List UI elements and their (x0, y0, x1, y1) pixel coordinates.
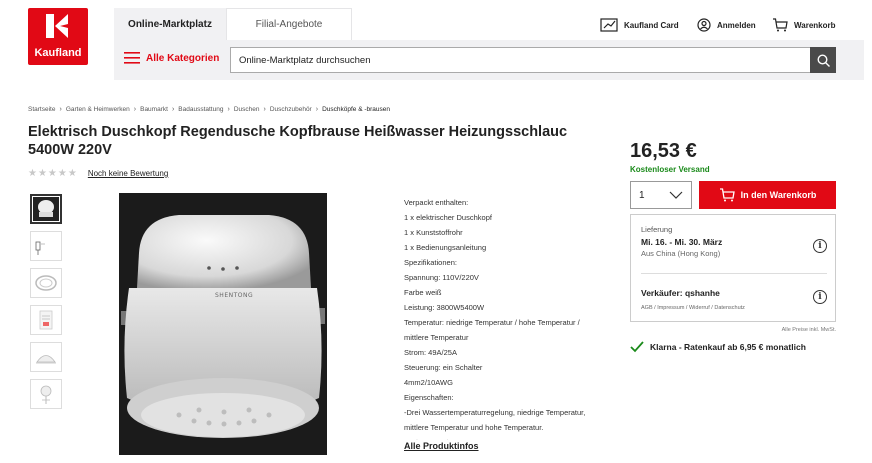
cart-icon (773, 18, 788, 32)
product-description: Verpackt enthalten: 1 x elektrischer Dus… (404, 195, 616, 450)
cart-link[interactable]: Warenkorb (772, 18, 836, 32)
thumbnail-2[interactable] (30, 231, 62, 261)
divider (641, 273, 827, 274)
description-line: Leistung: 3800W5400W (404, 303, 485, 312)
thumbnail-image (35, 275, 57, 291)
delivery-info-icon[interactable]: i (813, 239, 827, 253)
card-icon (600, 18, 618, 32)
thumbnail-1[interactable] (30, 194, 62, 224)
all-categories-button[interactable]: Alle Kategorien (124, 52, 219, 64)
user-icon (697, 18, 711, 32)
chevron-right-icon: › (133, 106, 137, 113)
description-line: 1 x Kunststoffrohr (404, 228, 463, 237)
menu-icon (124, 52, 140, 64)
chevron-right-icon: › (263, 106, 266, 113)
kaufland-logo-icon (46, 14, 68, 38)
product-price: 16,53 € (630, 140, 697, 162)
search-icon (816, 53, 830, 67)
search-button[interactable] (810, 47, 836, 73)
tab-filial-angebote[interactable]: Filial-Angebote (226, 8, 352, 40)
add-to-cart-button[interactable]: In den Warenkorb (699, 181, 836, 209)
logo-text: Kaufland (34, 47, 82, 59)
description-line: 1 x Bedienungsanleitung (404, 243, 487, 252)
thumbnail-6[interactable] (30, 379, 62, 409)
thumbnail-3[interactable] (30, 268, 62, 298)
description-line: -Drei Wassertemperaturregelung, niedrige… (404, 408, 586, 417)
tab-online-marktplatz[interactable]: Online-Marktplatz (114, 8, 226, 40)
kaufland-card-label: Kaufland Card (624, 20, 679, 30)
login-label: Anmelden (717, 20, 756, 30)
description-line: Farbe weiß (404, 288, 442, 297)
description-line: Verpackt enthalten: (404, 198, 469, 207)
site-header: Kaufland Online-Marktplatz Filial-Angebo… (0, 0, 872, 88)
product-rating: ★★★★★ Noch keine Bewertung (28, 168, 168, 179)
klarna-financing[interactable]: Klarna - Ratenkauf ab 6,95 € monatlich (630, 341, 806, 353)
delivery-seller-box: Lieferung Mi. 16. - Mi. 30. März Aus Chi… (630, 214, 836, 322)
description-line: Spezifikationen: (404, 258, 457, 267)
product-main-image[interactable]: SHENTONG (119, 193, 327, 455)
breadcrumb-item[interactable]: Duschen (234, 106, 260, 113)
search-input[interactable]: Online-Marktplatz durchsuchen (230, 47, 810, 73)
seller-info-icon[interactable]: i (813, 290, 827, 304)
breadcrumb-item[interactable]: Startseite (28, 106, 55, 113)
breadcrumb: Startseite › Garten & Heimwerken › Baumark… (28, 106, 390, 113)
kaufland-logo[interactable]: Kaufland (28, 8, 88, 65)
description-line: Temperatur: niedrige Temperatur / hohe T… (404, 318, 580, 327)
thumbnail-4[interactable] (30, 305, 62, 335)
description-line: Spannung: 110V/220V (404, 273, 479, 282)
description-line: 4mm2/10AWG (404, 378, 453, 387)
rating-stars-icon: ★★★★★ (28, 168, 78, 179)
login-link[interactable]: Anmelden (697, 18, 756, 32)
seller-legal-links[interactable]: AGB / Impressum / Widerruf / Datenschutz (641, 305, 827, 311)
thumbnail-image (33, 197, 59, 221)
breadcrumb-item[interactable]: Duschzubehör (270, 106, 312, 113)
thumbnail-image (36, 355, 56, 364)
cart-label: Warenkorb (794, 20, 836, 30)
thumbnail-list (30, 194, 62, 409)
description-line: mittlere Temperatur und hohe Temperatur. (404, 423, 544, 432)
quantity-value: 1 (639, 189, 645, 201)
breadcrumb-item[interactable]: Garten & Heimwerken (66, 106, 130, 113)
description-line: Strom: 49A/25A (404, 348, 457, 357)
product-title: Elektrisch Duschkopf Regendusche Kopfbra… (28, 123, 598, 159)
chevron-right-icon: › (315, 106, 319, 113)
delivery-section: Lieferung Mi. 16. - Mi. 30. März Aus Chi… (641, 225, 827, 258)
breadcrumb-current[interactable]: Duschköpfe & -brausen (322, 106, 390, 113)
shower-head-image (119, 193, 327, 455)
thumbnail-image (40, 385, 52, 404)
all-product-info-link[interactable]: Alle Produktinfos (404, 440, 479, 451)
description-line: Steuerung: ein Schalter (404, 363, 483, 372)
kaufland-card-link[interactable]: Kaufland Card (600, 18, 679, 32)
product-title-line2: 5400W 220V (28, 142, 112, 158)
thumbnail-image (35, 241, 45, 255)
breadcrumb-item[interactable]: Baumarkt (140, 106, 168, 113)
quantity-select[interactable]: 1 (630, 181, 692, 209)
chevron-right-icon: › (227, 106, 230, 113)
seller-name[interactable]: Verkäufer: qshanhe (641, 288, 827, 298)
nav-bar: Alle Kategorien Online-Marktplatz durchs… (114, 40, 864, 80)
breadcrumb-item[interactable]: Badausstattung (178, 106, 223, 113)
delivery-origin: Aus China (Hong Kong) (641, 249, 721, 258)
chevron-right-icon: › (59, 106, 62, 113)
product-title-line1: Elektrisch Duschkopf Regendusche Kopfbra… (28, 124, 568, 140)
no-rating-link[interactable]: Noch keine Bewertung (88, 169, 169, 178)
all-categories-label: Alle Kategorien (146, 52, 220, 64)
cart-icon (719, 188, 735, 202)
seller-section: Verkäufer: qshanhe AGB / Impressum / Wid… (641, 285, 827, 311)
description-line: mittlere Temperatur (404, 333, 469, 342)
add-to-cart-label: In den Warenkorb (740, 190, 817, 200)
chevron-down-icon (669, 191, 683, 199)
description-line: Eigenschaften: (404, 393, 454, 402)
delivery-label: Lieferung (641, 225, 673, 234)
image-brand-text: SHENTONG (215, 292, 254, 299)
delivery-dates: Mi. 16. - Mi. 30. März (641, 237, 723, 247)
checkmark-icon (630, 341, 644, 353)
description-line: 1 x elektrischer Duschkopf (404, 213, 492, 222)
thumbnail-5[interactable] (30, 342, 62, 372)
chevron-right-icon: › (171, 106, 175, 113)
klarna-text: Klarna - Ratenkauf ab 6,95 € monatlich (650, 342, 806, 352)
thumbnail-image (39, 310, 53, 330)
shipping-info: Kostenloser Versand (630, 165, 710, 174)
vat-note: Alle Preise inkl. MwSt. (781, 327, 836, 333)
